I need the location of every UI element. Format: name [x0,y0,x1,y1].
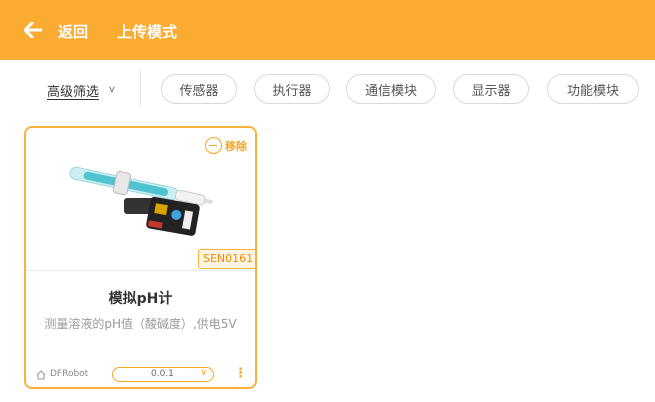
category-chip-sensor[interactable]: 传感器 [161,74,237,104]
category-chip-communication[interactable]: 通信模块 [346,74,436,104]
minus-circle-icon[interactable] [205,137,222,154]
top-bar: 返回 上传模式 [0,0,655,60]
product-name: 模拟pH计 [108,291,173,307]
remove-label[interactable]: 移除 [225,138,247,154]
page-title: 上传模式 [117,23,178,41]
chevron-down-icon[interactable]: v [109,84,115,95]
chevron-down-icon: ∨ [200,368,207,378]
advanced-filter-button[interactable]: 高级筛选 [47,81,99,100]
card-footer: DFRobot 0.0.1 ∨ ⋮ [26,366,255,386]
version-value: 0.0.1 [151,369,174,379]
category-chip-function[interactable]: 功能模块 [547,74,639,104]
category-chip-actuator[interactable]: 执行器 [254,74,330,104]
category-chip-display[interactable]: 显示器 [453,74,529,104]
arrow-left-icon[interactable] [24,22,42,38]
card-divider [26,270,255,271]
back-button[interactable]: 返回 [58,21,88,42]
product-description: 测量溶液的pH值（酸碱度）,供电5V [44,317,237,331]
vertical-dots-icon[interactable]: ⋮ [234,366,247,381]
remove-button[interactable]: 移除 [205,137,247,154]
version-select[interactable]: 0.0.1 ∨ [112,367,214,382]
sku-badge: SEN0161 [198,249,255,269]
filter-divider [140,70,141,106]
product-card[interactable]: 移除 SEN0161 模拟pH计 测量溶液的pH值（酸碱度）,供电5V DFRo… [24,126,257,389]
vendor-name: DFRobot [50,369,89,379]
home-icon [36,370,46,380]
